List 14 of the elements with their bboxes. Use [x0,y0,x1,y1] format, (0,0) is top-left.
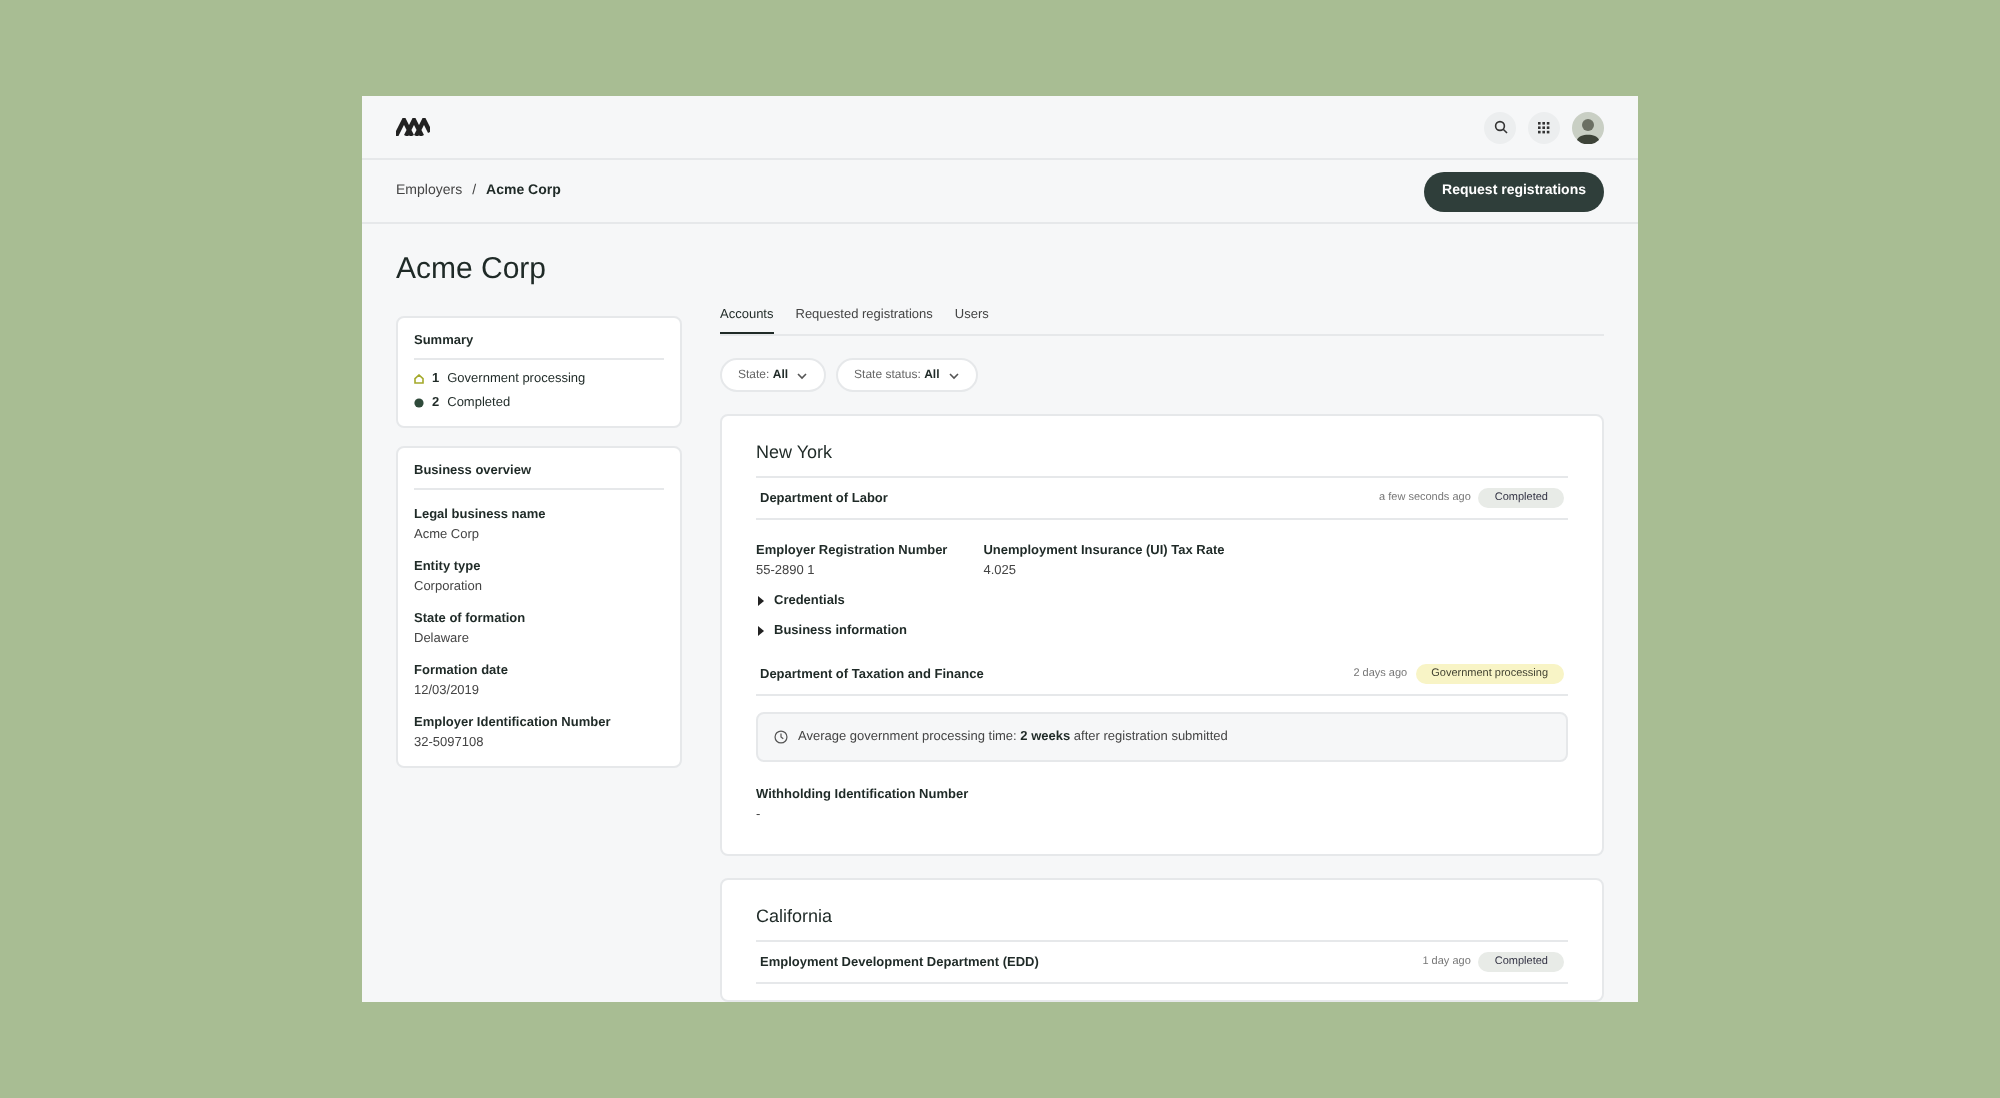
state-name: California [756,906,1568,942]
grid-icon [1538,121,1550,133]
caret-icon [756,626,766,636]
avatar-icon[interactable] [1572,111,1604,143]
page-title: Acme Corp [396,252,549,286]
chevron-down-icon [947,371,960,379]
search-icon [1493,120,1507,134]
search-button[interactable] [1484,111,1516,143]
caret-icon [756,596,766,606]
apps-grid-button[interactable] [1528,111,1560,143]
clock-icon [774,730,788,744]
state-name: New York [756,442,1568,478]
chevron-down-icon [796,371,809,379]
logo-icon [396,118,430,136]
